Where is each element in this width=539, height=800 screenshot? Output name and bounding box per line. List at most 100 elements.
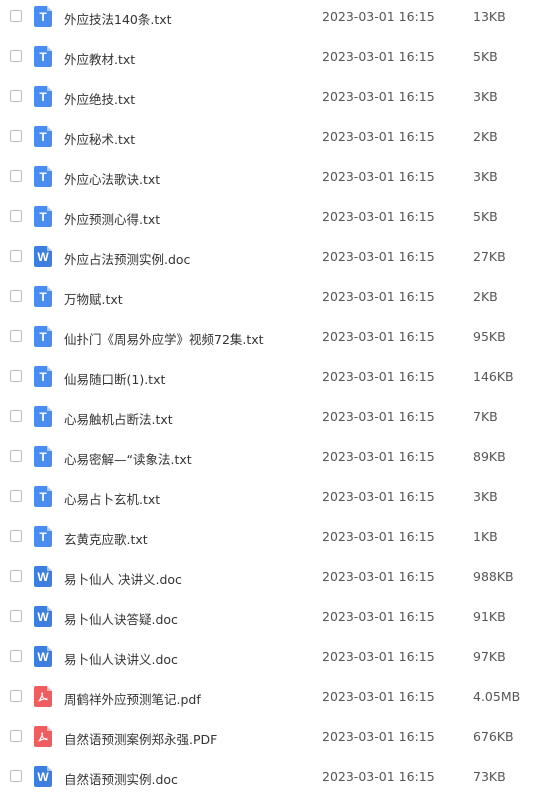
file-row[interactable]: 自然语预测案例郑永强.PDF 2023-03-01 16:15 676KB [0, 720, 539, 760]
file-row[interactable]: T 外应秘术.txt 2023-03-01 16:15 2KB [0, 120, 539, 160]
file-row[interactable]: T 外应绝技.txt 2023-03-01 16:15 3KB [0, 80, 539, 120]
file-name-link[interactable]: 自然语预测实例.doc [64, 769, 178, 788]
file-row[interactable]: T 心易触机占断法.txt 2023-03-01 16:15 7KB [0, 400, 539, 440]
row-checkbox[interactable] [10, 730, 22, 742]
file-size: 988KB [473, 569, 514, 584]
row-checkbox[interactable] [10, 90, 22, 102]
file-size: 97KB [473, 649, 506, 664]
file-modified-date: 2023-03-01 16:15 [322, 609, 435, 624]
row-checkbox[interactable] [10, 330, 22, 342]
file-row[interactable]: T 仙扑门《周易外应学》视频72集.txt 2023-03-01 16:15 95KB [0, 320, 539, 360]
row-checkbox[interactable] [10, 410, 22, 422]
row-checkbox[interactable] [10, 570, 22, 582]
txt-file-icon: T [34, 526, 52, 547]
file-size: 3KB [473, 169, 498, 184]
file-name-link[interactable]: 易卜仙人诀讲义.doc [64, 649, 178, 668]
file-modified-date: 2023-03-01 16:15 [322, 449, 435, 464]
row-checkbox[interactable] [10, 690, 22, 702]
row-checkbox[interactable] [10, 450, 22, 462]
txt-file-icon: T [34, 46, 52, 67]
file-name-link[interactable]: 仙扑门《周易外应学》视频72集.txt [64, 329, 264, 348]
file-row[interactable]: T 外应教材.txt 2023-03-01 16:15 5KB [0, 40, 539, 80]
file-name-link[interactable]: 外应占法预测实例.doc [64, 249, 190, 268]
file-size: 676KB [473, 729, 514, 744]
row-checkbox[interactable] [10, 370, 22, 382]
file-name-link[interactable]: 仙易随口断(1).txt [64, 369, 165, 388]
file-row[interactable]: T 心易占卜玄机.txt 2023-03-01 16:15 3KB [0, 480, 539, 520]
file-row[interactable]: T 外应技法140条.txt 2023-03-01 16:15 13KB [0, 0, 539, 40]
row-checkbox[interactable] [10, 50, 22, 62]
file-size: 3KB [473, 489, 498, 504]
file-row[interactable]: T 玄黄克应歌.txt 2023-03-01 16:15 1KB [0, 520, 539, 560]
file-modified-date: 2023-03-01 16:15 [322, 769, 435, 784]
file-name-link[interactable]: 易卜仙人 决讲义.doc [64, 569, 182, 588]
txt-file-icon: T [34, 326, 52, 347]
file-name-link[interactable]: 外应技法140条.txt [64, 9, 172, 28]
row-checkbox[interactable] [10, 290, 22, 302]
file-size: 2KB [473, 289, 498, 304]
file-name-link[interactable]: 易卜仙人诀答疑.doc [64, 609, 178, 628]
file-name-link[interactable]: 心易密解—“读象法.txt [64, 449, 192, 468]
file-size: 1KB [473, 529, 498, 544]
row-checkbox[interactable] [10, 770, 22, 782]
txt-file-icon: T [34, 166, 52, 187]
txt-file-icon: T [34, 126, 52, 147]
file-row[interactable]: T 外应心法歌诀.txt 2023-03-01 16:15 3KB [0, 160, 539, 200]
file-modified-date: 2023-03-01 16:15 [322, 569, 435, 584]
txt-file-icon: T [34, 86, 52, 107]
file-row[interactable]: 周鹤祥外应预测笔记.pdf 2023-03-01 16:15 4.05MB [0, 680, 539, 720]
word-file-icon: W [34, 766, 52, 787]
word-file-icon: W [34, 646, 52, 667]
file-size: 13KB [473, 9, 506, 24]
file-modified-date: 2023-03-01 16:15 [322, 529, 435, 544]
row-checkbox[interactable] [10, 650, 22, 662]
file-row[interactable]: T 万物赋.txt 2023-03-01 16:15 2KB [0, 280, 539, 320]
file-row[interactable]: W 自然语预测实例.doc 2023-03-01 16:15 73KB [0, 760, 539, 800]
row-checkbox[interactable] [10, 170, 22, 182]
file-name-link[interactable]: 外应教材.txt [64, 49, 135, 68]
txt-file-icon: T [34, 6, 52, 27]
file-modified-date: 2023-03-01 16:15 [322, 249, 435, 264]
file-row[interactable]: W 易卜仙人 决讲义.doc 2023-03-01 16:15 988KB [0, 560, 539, 600]
file-name-link[interactable]: 周鹤祥外应预测笔记.pdf [64, 689, 201, 708]
file-size: 91KB [473, 609, 506, 624]
txt-file-icon: T [34, 406, 52, 427]
file-list: T 外应技法140条.txt 2023-03-01 16:15 13KB T 外应教材.t… [0, 0, 539, 800]
file-row[interactable]: T 心易密解—“读象法.txt 2023-03-01 16:15 89KB [0, 440, 539, 480]
file-row[interactable]: W 易卜仙人诀答疑.doc 2023-03-01 16:15 91KB [0, 600, 539, 640]
file-name-link[interactable]: 外应秘术.txt [64, 129, 135, 148]
txt-file-icon: T [34, 366, 52, 387]
file-row[interactable]: T 仙易随口断(1).txt 2023-03-01 16:15 146KB [0, 360, 539, 400]
row-checkbox[interactable] [10, 130, 22, 142]
file-name-link[interactable]: 心易占卜玄机.txt [64, 489, 160, 508]
file-name-link[interactable]: 外应预测心得.txt [64, 209, 160, 228]
file-modified-date: 2023-03-01 16:15 [322, 9, 435, 24]
file-modified-date: 2023-03-01 16:15 [322, 489, 435, 504]
file-name-link[interactable]: 玄黄克应歌.txt [64, 529, 148, 548]
file-name-link[interactable]: 外应心法歌诀.txt [64, 169, 160, 188]
row-checkbox[interactable] [10, 610, 22, 622]
file-size: 7KB [473, 409, 498, 424]
file-size: 146KB [473, 369, 514, 384]
row-checkbox[interactable] [10, 250, 22, 262]
file-modified-date: 2023-03-01 16:15 [322, 369, 435, 384]
file-row[interactable]: W 外应占法预测实例.doc 2023-03-01 16:15 27KB [0, 240, 539, 280]
word-file-icon: W [34, 566, 52, 587]
file-row[interactable]: W 易卜仙人诀讲义.doc 2023-03-01 16:15 97KB [0, 640, 539, 680]
file-modified-date: 2023-03-01 16:15 [322, 329, 435, 344]
file-size: 5KB [473, 49, 498, 64]
file-row[interactable]: T 外应预测心得.txt 2023-03-01 16:15 5KB [0, 200, 539, 240]
file-name-link[interactable]: 万物赋.txt [64, 289, 123, 308]
row-checkbox[interactable] [10, 10, 22, 22]
file-name-link[interactable]: 自然语预测案例郑永强.PDF [64, 729, 217, 748]
file-modified-date: 2023-03-01 16:15 [322, 649, 435, 664]
row-checkbox[interactable] [10, 490, 22, 502]
row-checkbox[interactable] [10, 530, 22, 542]
row-checkbox[interactable] [10, 210, 22, 222]
pdf-file-icon [34, 686, 52, 707]
file-name-link[interactable]: 外应绝技.txt [64, 89, 135, 108]
file-size: 89KB [473, 449, 506, 464]
file-modified-date: 2023-03-01 16:15 [322, 209, 435, 224]
file-modified-date: 2023-03-01 16:15 [322, 49, 435, 64]
file-name-link[interactable]: 心易触机占断法.txt [64, 409, 173, 428]
